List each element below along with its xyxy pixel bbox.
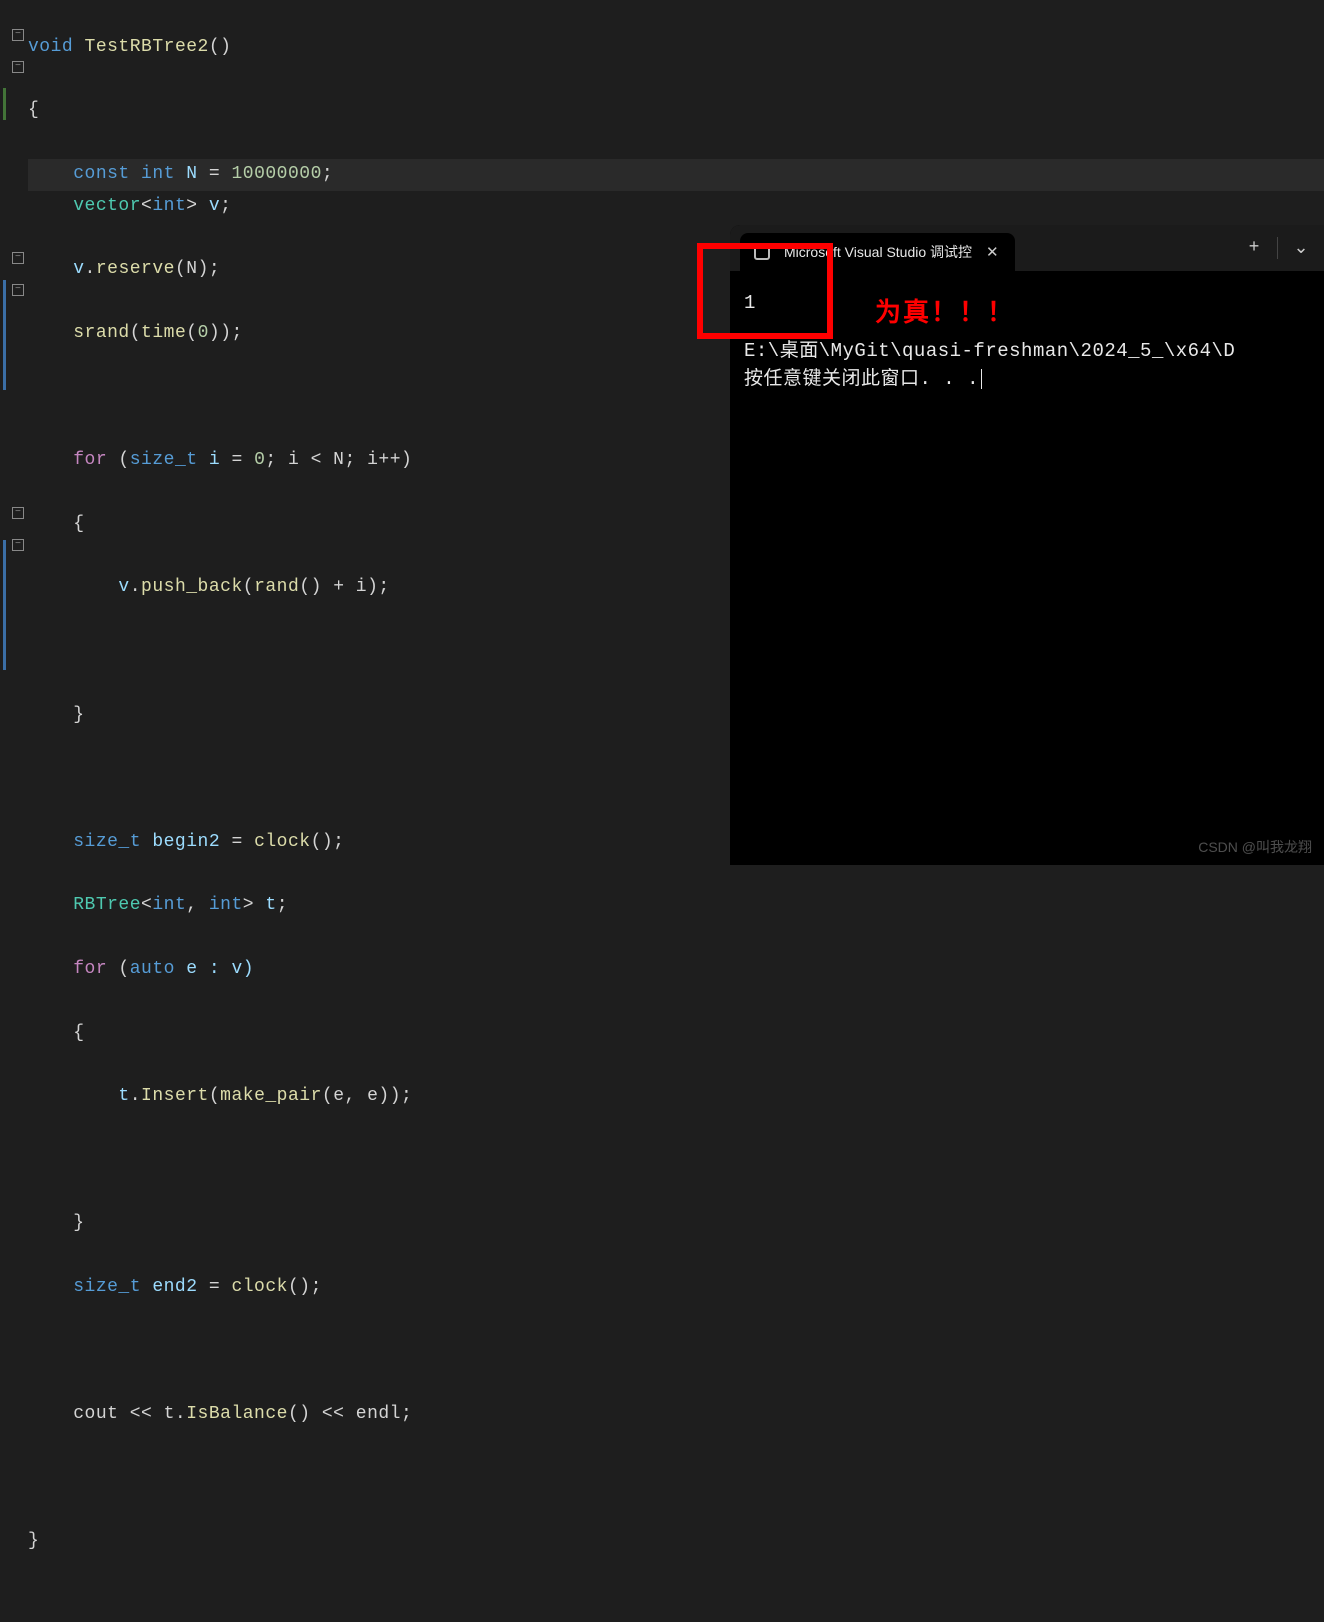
code-line: }	[28, 1526, 1324, 1558]
output-line-prompt: 按任意键关闭此窗口. . .	[744, 365, 1310, 393]
code-line: {	[28, 1018, 1324, 1050]
code-line: cout << t.IsBalance() << endl;	[28, 1399, 1324, 1431]
fold-icon[interactable]: −	[12, 61, 24, 73]
code-line	[28, 1335, 1324, 1367]
code-line: RBTree<int, int> t;	[28, 890, 1324, 922]
output-line-result: 1	[744, 289, 1310, 317]
fold-icon[interactable]: −	[12, 539, 24, 551]
console-tabbar: Microsoft Visual Studio 调试控 ✕ + ⌄	[730, 225, 1324, 271]
fold-icon[interactable]: −	[12, 284, 24, 296]
code-line: void TestRBTree2()	[28, 32, 1324, 64]
code-line: vector<int> v;	[28, 191, 1324, 223]
code-line	[28, 1463, 1324, 1495]
code-line: for (auto e : v)	[28, 954, 1324, 986]
tab-title: Microsoft Visual Studio 调试控	[784, 242, 972, 262]
fold-icon[interactable]: −	[12, 29, 24, 41]
console-output[interactable]: 1 E:\桌面\MyGit\quasi-freshman\2024_5_\x64…	[730, 271, 1324, 401]
code-line: }	[28, 1208, 1324, 1240]
output-line-path: E:\桌面\MyGit\quasi-freshman\2024_5_\x64\D	[744, 337, 1310, 365]
new-tab-button[interactable]: +	[1231, 225, 1277, 271]
text-cursor	[981, 369, 982, 389]
watermark: CSDN @叫我龙翔	[1198, 837, 1312, 857]
debug-console-window[interactable]: Microsoft Visual Studio 调试控 ✕ + ⌄ 1 E:\桌…	[730, 225, 1324, 865]
tab-dropdown-button[interactable]: ⌄	[1278, 225, 1324, 271]
code-line: {	[28, 95, 1324, 127]
fold-icon[interactable]: −	[12, 252, 24, 264]
console-tab-active[interactable]: Microsoft Visual Studio 调试控 ✕	[740, 233, 1015, 271]
terminal-icon	[754, 244, 770, 260]
code-line: t.Insert(make_pair(e, e));	[28, 1081, 1324, 1113]
code-line: size_t end2 = clock();	[28, 1272, 1324, 1304]
gutter: − − − − − −	[0, 0, 28, 865]
close-icon[interactable]: ✕	[986, 243, 999, 261]
fold-icon[interactable]: −	[12, 507, 24, 519]
annotation-text: 为真！！！	[875, 292, 1015, 329]
code-line	[28, 1145, 1324, 1177]
code-line-highlight: const int N = 10000000;	[28, 159, 1324, 191]
